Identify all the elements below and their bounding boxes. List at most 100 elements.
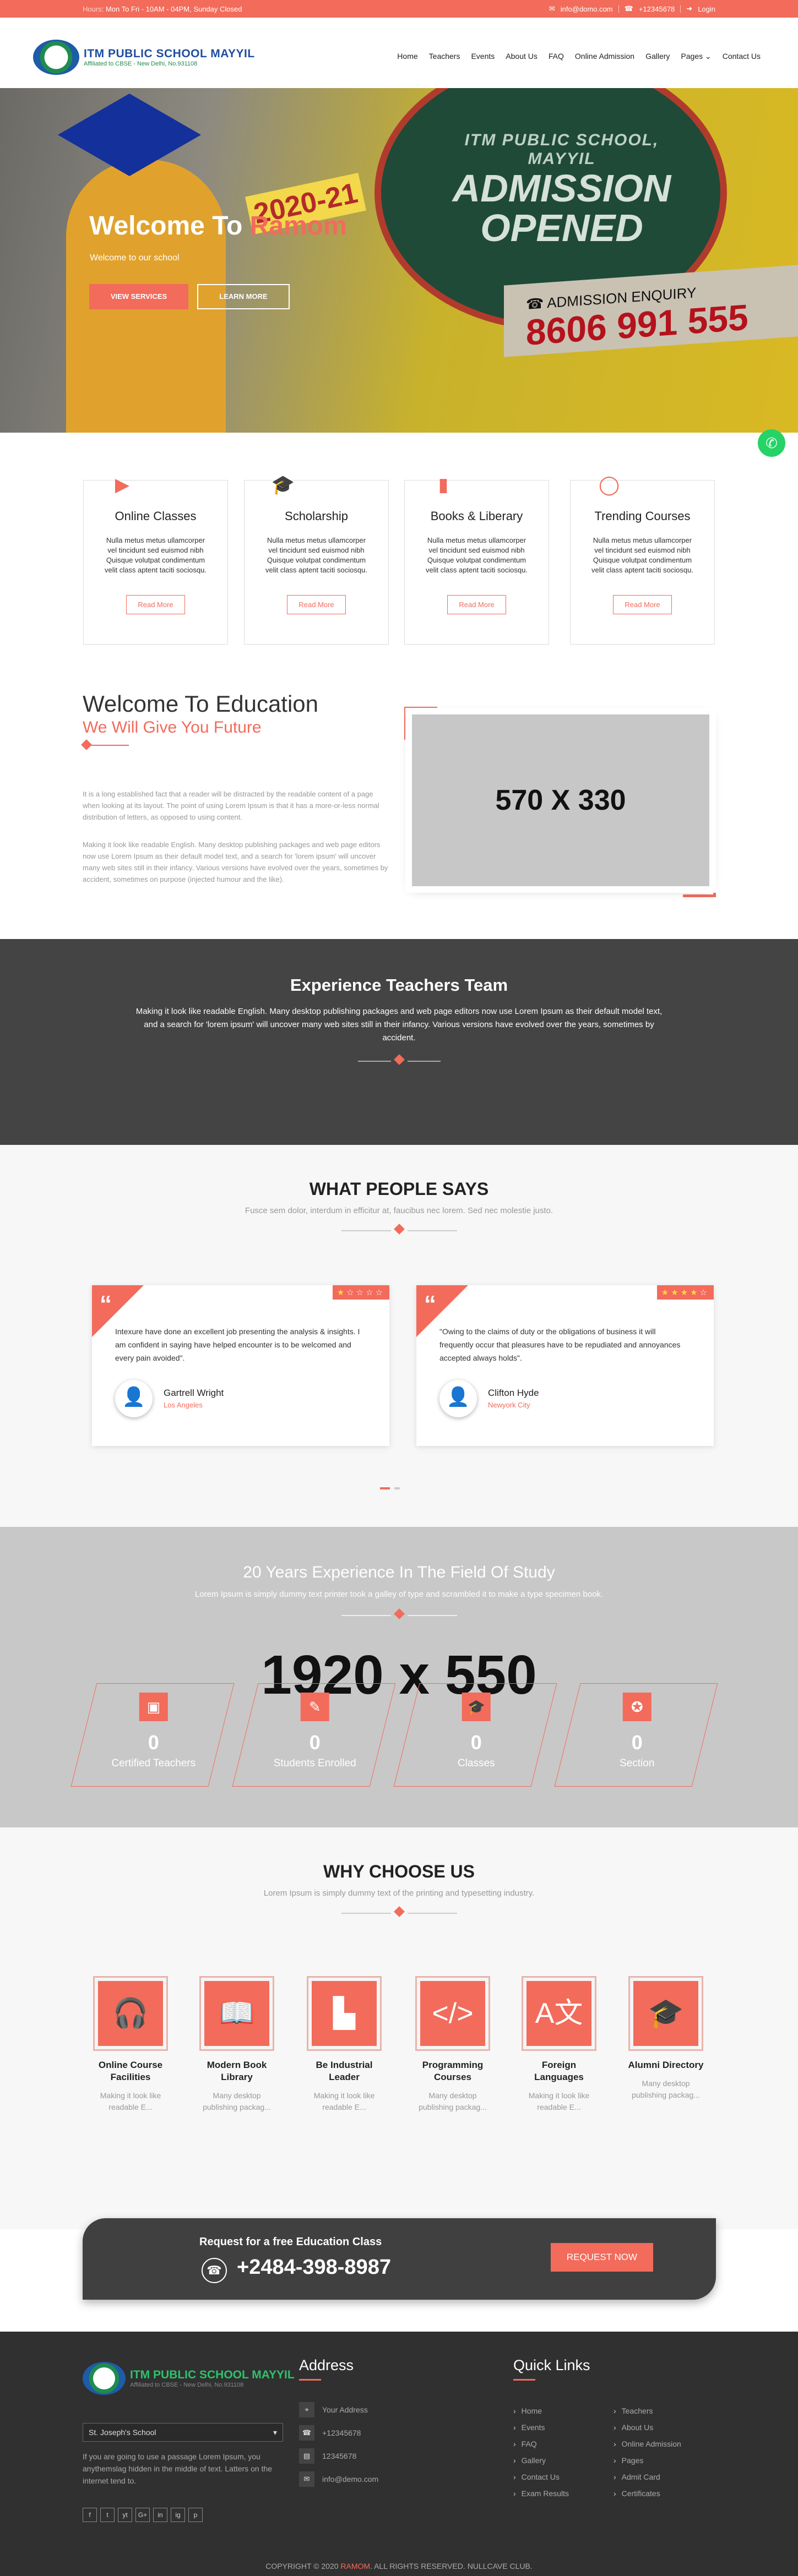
feature-item[interactable]: 🎧 Online Course Facilities Making it look… xyxy=(89,1978,172,2113)
footer-link[interactable]: Pages xyxy=(614,2456,644,2465)
school-seal-icon xyxy=(33,40,79,75)
footer-link[interactable]: Contact Us xyxy=(513,2473,560,2481)
cta-phone[interactable]: +2484-398-8987 xyxy=(237,2256,391,2279)
teachers-section: Experience Teachers Team Making it look … xyxy=(0,939,798,1145)
branch-select[interactable]: St. Joseph's School ▾ xyxy=(83,2423,283,2442)
testimonial-name: Clifton Hyde xyxy=(488,1388,539,1398)
stat-card: ✪ 0 Section xyxy=(554,1683,718,1787)
testimonials-subtitle: Fusce sem dolor, interdum in efficitur a… xyxy=(245,1206,553,1215)
nav-home[interactable]: Home xyxy=(397,52,417,61)
stat-card: ▣ 0 Certified Teachers xyxy=(70,1683,235,1787)
footer-link[interactable]: Home xyxy=(513,2406,542,2415)
stat-card: 🎓 0 Classes xyxy=(393,1683,557,1787)
mail-icon: ✉ xyxy=(299,2471,314,2487)
nav-pages[interactable]: Pages ⌄ xyxy=(681,52,711,61)
copyright: COPYRIGHT © 2020 RAMOM. ALL RIGHTS RESER… xyxy=(265,2562,533,2570)
feature-item[interactable]: A文 Foreign Languages Making it look like … xyxy=(518,1978,600,2113)
footer-link[interactable]: Teachers xyxy=(614,2406,653,2415)
nav-gallery[interactable]: Gallery xyxy=(645,52,670,61)
testimonials-title: WHAT PEOPLE SAYS xyxy=(309,1179,489,1199)
teachers-text: Making it look like readable English. Ma… xyxy=(135,1007,663,1043)
site-header: ITM PUBLIC SCHOOL MAYYIL Affiliated to C… xyxy=(0,18,798,88)
rating-stars: ★★★★☆ xyxy=(656,1285,714,1300)
graduation-cap-icon: 🎓 xyxy=(271,474,295,495)
diamond-divider-icon xyxy=(81,739,92,750)
facebook-icon[interactable]: f xyxy=(83,2508,97,2522)
footer-link[interactable]: About Us xyxy=(614,2423,654,2432)
testimonial-card: “ ★☆☆☆☆ Intexure have done an excellent … xyxy=(92,1285,389,1446)
open-book-icon: 📖 xyxy=(201,1978,273,2049)
google-plus-icon[interactable]: G+ xyxy=(135,2508,150,2522)
quote-icon: “ xyxy=(100,1291,112,1318)
topbar-email[interactable]: info@domo.com xyxy=(561,5,613,13)
read-more-button[interactable]: Read More xyxy=(287,595,346,614)
feature-item[interactable]: ▙ Be Industrial Leader Making it look lik… xyxy=(303,1978,386,2113)
nav-faq[interactable]: FAQ xyxy=(549,52,564,61)
read-more-button[interactable]: Read More xyxy=(126,595,185,614)
welcome-image-placeholder: 570 X 330 xyxy=(412,714,709,886)
main-nav: Home Teachers Events About Us FAQ Online… xyxy=(397,52,761,61)
testimonial-card: “ ★★★★☆ "Owing to the claims of duty or … xyxy=(416,1285,714,1446)
mail-icon: ✉ xyxy=(549,4,555,13)
footer-link[interactable]: Exam Results xyxy=(513,2489,569,2498)
code-icon: </> xyxy=(417,1978,488,2049)
site-footer: ITM PUBLIC SCHOOL MAYYIL Affiliated to C… xyxy=(0,2332,798,2576)
footer-link[interactable]: Certificates xyxy=(614,2489,660,2498)
learn-more-button[interactable]: LEARN MORE xyxy=(197,284,290,309)
footer-link[interactable]: Admit Card xyxy=(614,2473,660,2481)
topbar-phone[interactable]: +12345678 xyxy=(639,5,675,13)
footer-link[interactable]: Online Admission xyxy=(614,2439,681,2448)
read-more-button[interactable]: Read More xyxy=(613,595,672,614)
service-card: 🎓 Scholarship Nulla metus metus ullamcor… xyxy=(244,474,389,645)
twitter-icon[interactable]: t xyxy=(100,2508,115,2522)
diamond-divider-icon xyxy=(393,1224,405,1235)
phone-icon: ☎ xyxy=(624,4,633,13)
nav-contact[interactable]: Contact Us xyxy=(723,52,761,61)
rating-stars: ★☆☆☆☆ xyxy=(332,1285,389,1300)
linkedin-icon[interactable]: in xyxy=(153,2508,167,2522)
carousel-dots[interactable] xyxy=(380,1487,400,1489)
school-logo[interactable]: ITM PUBLIC SCHOOL MAYYIL Affiliated to C… xyxy=(33,40,255,75)
top-bar: Hours: Mon To Fri - 10AM - 04PM, Sunday … xyxy=(0,0,798,18)
footer-link[interactable]: Gallery xyxy=(513,2456,546,2465)
nav-online-admission[interactable]: Online Admission xyxy=(575,52,634,61)
view-services-button[interactable]: VIEW SERVICES xyxy=(89,284,188,309)
footer-link[interactable]: FAQ xyxy=(513,2439,537,2448)
why-subtitle: Lorem Ipsum is simply dummy text of the … xyxy=(263,1889,535,1898)
whatsapp-icon[interactable]: ✆ xyxy=(758,429,785,457)
address-title: Address xyxy=(299,2357,354,2373)
feature-item[interactable]: 📖 Modern Book Library Many desktop publis… xyxy=(196,1978,278,2113)
quick-links-title: Quick Links xyxy=(513,2357,590,2373)
welcome-subtitle: We Will Give You Future xyxy=(83,718,262,736)
feature-item[interactable]: </> Programming Courses Many desktop publ… xyxy=(411,1978,494,2113)
teacher-icon: ▣ xyxy=(139,1693,168,1721)
experience-title: 20 Years Experience In The Field Of Stud… xyxy=(243,1563,555,1581)
experience-subtitle: Lorem Ipsum is simply dummy text printer… xyxy=(194,1590,604,1599)
hero-title: Welcome To Ramom xyxy=(89,211,347,241)
footer-logo[interactable]: ITM PUBLIC SCHOOL MAYYIL Affiliated to C… xyxy=(83,2362,295,2395)
pinterest-icon[interactable]: p xyxy=(188,2508,203,2522)
teachers-title: Experience Teachers Team xyxy=(290,975,508,995)
phone-icon: ☎ xyxy=(526,294,547,313)
read-more-button[interactable]: Read More xyxy=(447,595,506,614)
diamond-divider-icon xyxy=(393,1906,405,1917)
school-affiliation: Affiliated to CBSE - New Delhi, No.93110… xyxy=(84,61,198,67)
login-link[interactable]: Login xyxy=(698,5,715,13)
graduation-cap-icon: 🎓 xyxy=(462,1693,491,1721)
feature-item[interactable]: 🎓 Alumni Directory Many desktop publishin… xyxy=(625,1978,707,2101)
request-now-button[interactable]: REQUEST NOW xyxy=(551,2243,653,2272)
youtube-icon[interactable]: yt xyxy=(118,2508,132,2522)
nav-about[interactable]: About Us xyxy=(506,52,538,61)
hero-banner: ITM PUBLIC SCHOOL, MAYYIL ADMISSION OPEN… xyxy=(0,88,798,433)
footer-link[interactable]: Events xyxy=(513,2423,545,2432)
translate-icon: A文 xyxy=(523,1978,595,2049)
nav-events[interactable]: Events xyxy=(471,52,495,61)
quote-icon: “ xyxy=(424,1291,436,1318)
school-seal-icon xyxy=(83,2362,126,2395)
nav-teachers[interactable]: Teachers xyxy=(429,52,460,61)
admission-banner: ITM PUBLIC SCHOOL, MAYYIL ADMISSION OPEN… xyxy=(452,131,671,249)
cta-title: Request for a free Education Class xyxy=(199,2236,382,2248)
instagram-icon[interactable]: ig xyxy=(171,2508,185,2522)
stat-card: ✎ 0 Students Enrolled xyxy=(232,1683,396,1787)
testimonial-location: Newyork City xyxy=(488,1401,530,1409)
